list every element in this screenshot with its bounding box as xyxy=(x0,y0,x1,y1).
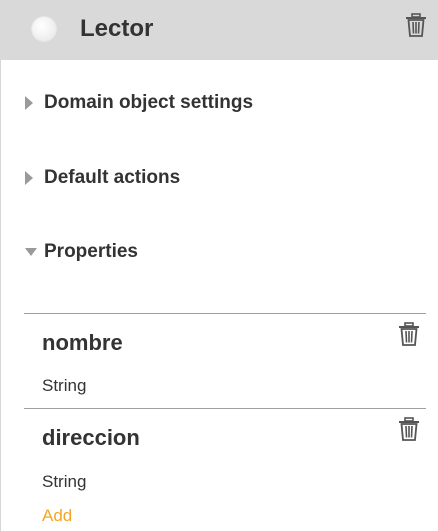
section-properties[interactable]: Properties xyxy=(24,237,138,267)
property-divider xyxy=(24,313,426,314)
property-name[interactable]: direccion xyxy=(42,425,140,451)
domain-object-panel: Lector Domain object settings Default ac… xyxy=(0,0,438,531)
section-label: Domain object settings xyxy=(44,92,254,113)
trash-icon xyxy=(406,13,426,37)
radio-circle-icon[interactable] xyxy=(32,17,56,41)
delete-property-button[interactable] xyxy=(398,322,420,346)
triangle-down-icon xyxy=(24,242,38,262)
section-domain-object-settings[interactable]: Domain object settings xyxy=(24,88,253,118)
section-label: Default actions xyxy=(44,167,181,188)
delete-domain-object-button[interactable] xyxy=(405,13,427,37)
left-border xyxy=(0,0,1,531)
section-label: Properties xyxy=(44,241,138,262)
panel-header: Lector xyxy=(0,0,438,60)
property-divider xyxy=(24,408,426,409)
trash-icon xyxy=(399,417,419,441)
section-default-actions[interactable]: Default actions xyxy=(24,163,180,193)
property-type: String xyxy=(42,376,87,395)
panel-title: Lector xyxy=(80,15,154,42)
triangle-right-icon xyxy=(24,93,38,113)
trash-icon xyxy=(399,322,419,346)
property-type: String xyxy=(42,472,87,491)
property-name[interactable]: nombre xyxy=(42,330,123,356)
triangle-right-icon xyxy=(24,168,38,188)
add-property-link[interactable]: Add xyxy=(42,506,72,526)
delete-property-button[interactable] xyxy=(398,417,420,441)
